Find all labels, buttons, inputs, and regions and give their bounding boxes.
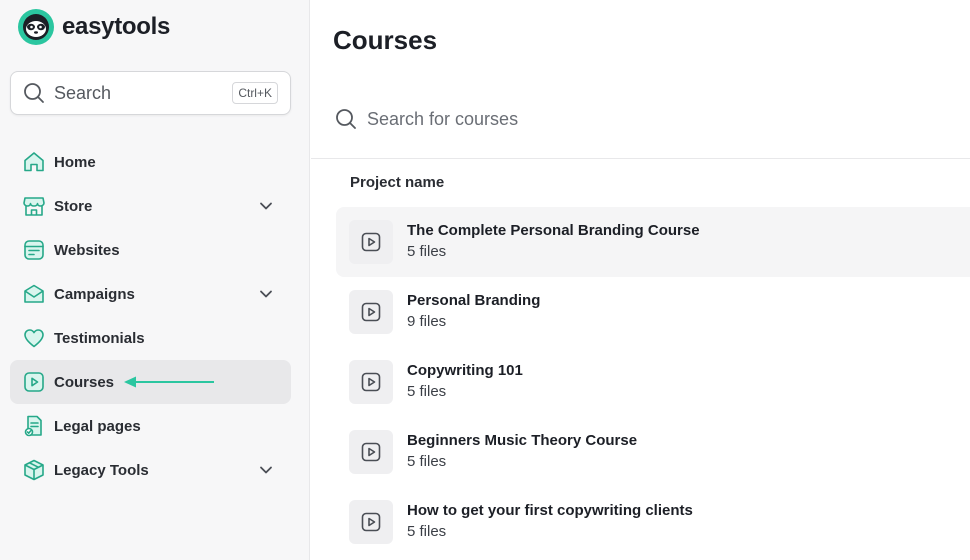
search-icon — [336, 109, 356, 129]
brand-logo[interactable]: easytools — [18, 9, 170, 45]
sidebar-item-legal-pages[interactable]: Legal pages — [10, 404, 291, 448]
sidebar-item-store[interactable]: Store — [10, 184, 291, 228]
sidebar-item-websites[interactable]: Websites — [10, 228, 291, 272]
sidebar-item-label: Campaigns — [54, 285, 135, 303]
course-file-count: 9 files — [407, 313, 447, 330]
sidebar-item-label: Legal pages — [54, 417, 141, 435]
sidebar-item-label: Websites — [54, 241, 120, 259]
course-row[interactable]: Personal Branding 9 files — [336, 277, 970, 347]
websites-icon — [24, 240, 44, 260]
sidebar-item-label: Store — [54, 197, 93, 215]
course-row[interactable]: How to get your first copywriting client… — [336, 487, 970, 557]
course-thumbnail — [349, 430, 393, 474]
course-title: Copywriting 101 — [407, 362, 523, 379]
sidebar-item-label: Legacy Tools — [54, 461, 149, 479]
course-title: Personal Branding — [407, 292, 541, 309]
course-file-count: 5 files — [407, 383, 447, 400]
sidebar-item-label: Testimonials — [54, 329, 145, 347]
course-row[interactable]: Copywriting 101 5 files — [336, 347, 970, 417]
play-icon — [361, 232, 381, 252]
search-placeholder: Search — [54, 82, 112, 103]
course-title: The Complete Personal Branding Course — [407, 222, 700, 239]
main-content: Courses Search for courses Project name … — [311, 0, 970, 560]
sidebar-item-label: Courses — [54, 373, 115, 391]
sidebar: easytools Search Ctrl+K Home Store Websi… — [0, 0, 310, 560]
course-title: Beginners Music Theory Course — [407, 432, 638, 449]
sidebar-item-testimonials[interactable]: Testimonials — [10, 316, 291, 360]
global-search-input[interactable]: Search Ctrl+K — [10, 71, 291, 115]
sidebar-item-campaigns[interactable]: Campaigns — [10, 272, 291, 316]
pointer-arrow-icon — [124, 376, 214, 388]
box-icon — [24, 459, 44, 481]
course-list: The Complete Personal Branding Course 5 … — [336, 207, 970, 557]
sidebar-item-home[interactable]: Home — [10, 140, 291, 184]
divider — [311, 158, 970, 159]
brand-name: easytools — [62, 13, 171, 40]
play-icon — [361, 372, 381, 392]
keyboard-shortcut-badge: Ctrl+K — [232, 82, 278, 104]
store-icon — [23, 197, 45, 216]
course-file-count: 5 files — [407, 243, 447, 260]
course-thumbnail — [349, 360, 393, 404]
chevron-down-icon[interactable] — [257, 285, 275, 303]
sloth-logo-icon — [18, 9, 54, 45]
course-row[interactable]: The Complete Personal Branding Course 5 … — [336, 207, 970, 277]
play-icon — [361, 442, 381, 462]
course-title: How to get your first copywriting client… — [407, 502, 693, 519]
course-file-count: 5 files — [407, 523, 447, 540]
chevron-down-icon[interactable] — [257, 461, 275, 479]
course-thumbnail — [349, 220, 393, 264]
column-header-project-name[interactable]: Project name — [350, 174, 444, 191]
sidebar-item-legacy-tools[interactable]: Legacy Tools — [10, 448, 291, 492]
sidebar-item-courses[interactable]: Courses — [10, 360, 291, 404]
course-row[interactable]: Beginners Music Theory Course 5 files — [336, 417, 970, 487]
sidebar-item-label: Home — [54, 153, 96, 171]
sidebar-nav: Home Store Websites Campaigns Testimonia… — [10, 140, 291, 492]
play-icon — [361, 512, 381, 532]
legal-icon — [24, 415, 42, 437]
play-icon — [361, 302, 381, 322]
course-search-placeholder: Search for courses — [367, 108, 519, 129]
course-thumbnail — [349, 500, 393, 544]
heart-icon — [24, 329, 44, 348]
home-icon — [24, 152, 44, 172]
course-search-input[interactable]: Search for courses — [335, 108, 518, 130]
chevron-down-icon[interactable] — [257, 197, 275, 215]
course-thumbnail — [349, 290, 393, 334]
course-file-count: 5 files — [407, 453, 447, 470]
campaigns-icon — [24, 284, 44, 303]
page-title: Courses — [333, 25, 438, 55]
play-icon — [24, 372, 44, 392]
search-icon — [24, 83, 44, 103]
